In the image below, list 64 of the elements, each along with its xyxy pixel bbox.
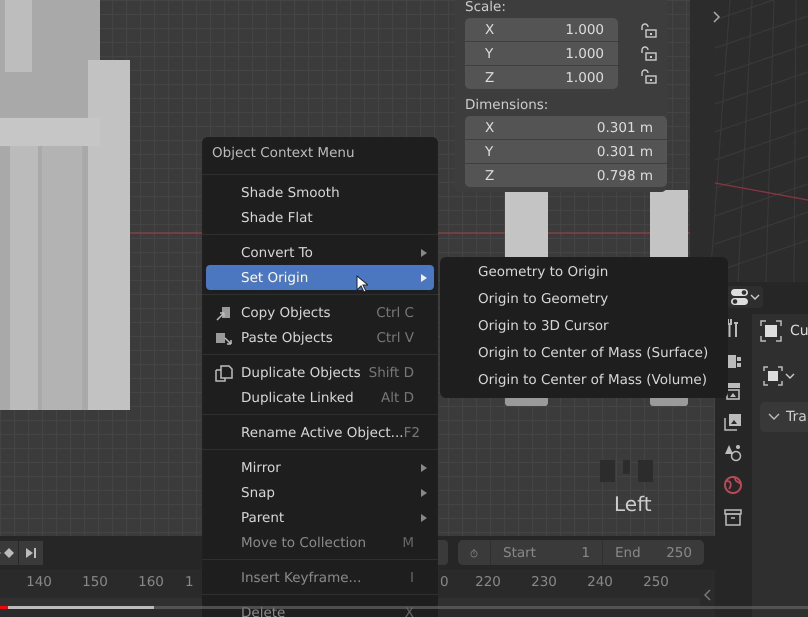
scale-field[interactable]: X 1.000 <box>465 18 618 41</box>
duplicate-icon <box>214 364 234 382</box>
dimensions-label: Dimensions: <box>465 98 550 112</box>
pillar-block <box>505 190 548 258</box>
frame-number: 220 <box>474 574 502 592</box>
scale-field[interactable]: Y 1.000 <box>465 42 618 65</box>
frame-number: 1 <box>184 574 194 592</box>
dimension-field[interactable]: Z 0.798 m <box>465 164 667 187</box>
menu-item[interactable]: Origin to 3D Cursor <box>440 313 728 340</box>
unlocked-icon[interactable] <box>640 68 658 84</box>
menu-item[interactable]: Snap <box>206 480 434 505</box>
menu-item[interactable]: Duplicate Linked Alt D <box>206 385 434 410</box>
chevron-down-icon <box>750 293 760 301</box>
menu-title: Object Context Menu <box>211 144 356 163</box>
toggle-icon <box>730 288 750 306</box>
collapse-icon[interactable] <box>702 588 712 602</box>
menu-item[interactable]: Copy Objects Ctrl C <box>206 300 434 325</box>
menu-item[interactable]: Duplicate Objects Shift D <box>206 360 434 385</box>
menu-item[interactable]: Origin to Center of Mass (Volume) <box>440 367 728 394</box>
object-type-dropdown[interactable] <box>763 366 795 386</box>
jump-end-icon <box>24 547 38 559</box>
object-icon <box>760 320 782 342</box>
printer-icon <box>724 382 742 400</box>
keyframe-button[interactable] <box>0 541 18 565</box>
menu-item[interactable]: Parent <box>206 505 434 530</box>
archive-icon <box>724 508 742 526</box>
menu-item[interactable]: Set Origin <box>206 265 434 290</box>
panel-header[interactable]: Tra <box>760 402 808 432</box>
dimension-field[interactable]: Y 0.301 m <box>465 140 667 163</box>
expand-icon[interactable] <box>712 10 722 24</box>
scale-label: Scale: <box>465 0 507 14</box>
frame-number: 230 <box>530 574 558 592</box>
menu-item[interactable]: Mirror <box>206 455 434 480</box>
menu-item[interactable]: Rename Active Object...F2 <box>206 420 434 445</box>
gizmo-drawing <box>600 460 653 482</box>
object-icon <box>763 366 783 386</box>
pillar-block <box>650 190 688 258</box>
frame-number: 0 <box>440 574 450 592</box>
menu-item[interactable]: Origin to Center of Mass (Surface) <box>440 340 728 367</box>
image-icon <box>724 413 742 431</box>
dimension-field[interactable]: X 0.301 m <box>465 116 667 139</box>
scale-field[interactable]: Z 1.000 <box>465 66 618 89</box>
world-icon <box>723 475 743 495</box>
frame-number: 150 <box>81 574 109 592</box>
unlocked-icon[interactable] <box>640 22 658 38</box>
jump-end-button[interactable] <box>19 541 43 565</box>
object-name-field[interactable]: Cu <box>760 320 808 342</box>
frame-number: 240 <box>586 574 614 592</box>
menu-item[interactable]: Paste Objects Ctrl V <box>206 325 434 350</box>
keyframe-icon <box>0 547 16 559</box>
menu-item[interactable]: Origin to Geometry <box>440 286 728 313</box>
menu-item[interactable]: Shade Smooth <box>206 180 434 205</box>
chevron-down-icon <box>768 413 780 421</box>
toggle-dropdown[interactable] <box>727 286 763 308</box>
unlocked-icon[interactable] <box>640 46 658 62</box>
menu-item[interactable]: Convert To <box>206 240 434 265</box>
menu-item[interactable]: Geometry to Origin <box>440 259 728 286</box>
frame-number: 140 <box>25 574 53 592</box>
mouse-cursor-icon <box>356 275 368 293</box>
chevron-down-icon <box>785 372 795 380</box>
view-label: Left <box>614 492 652 516</box>
frame-number: 160 <box>137 574 165 592</box>
frame-number: 250 <box>642 574 670 592</box>
menu-item[interactable]: Shade Flat <box>206 205 434 230</box>
